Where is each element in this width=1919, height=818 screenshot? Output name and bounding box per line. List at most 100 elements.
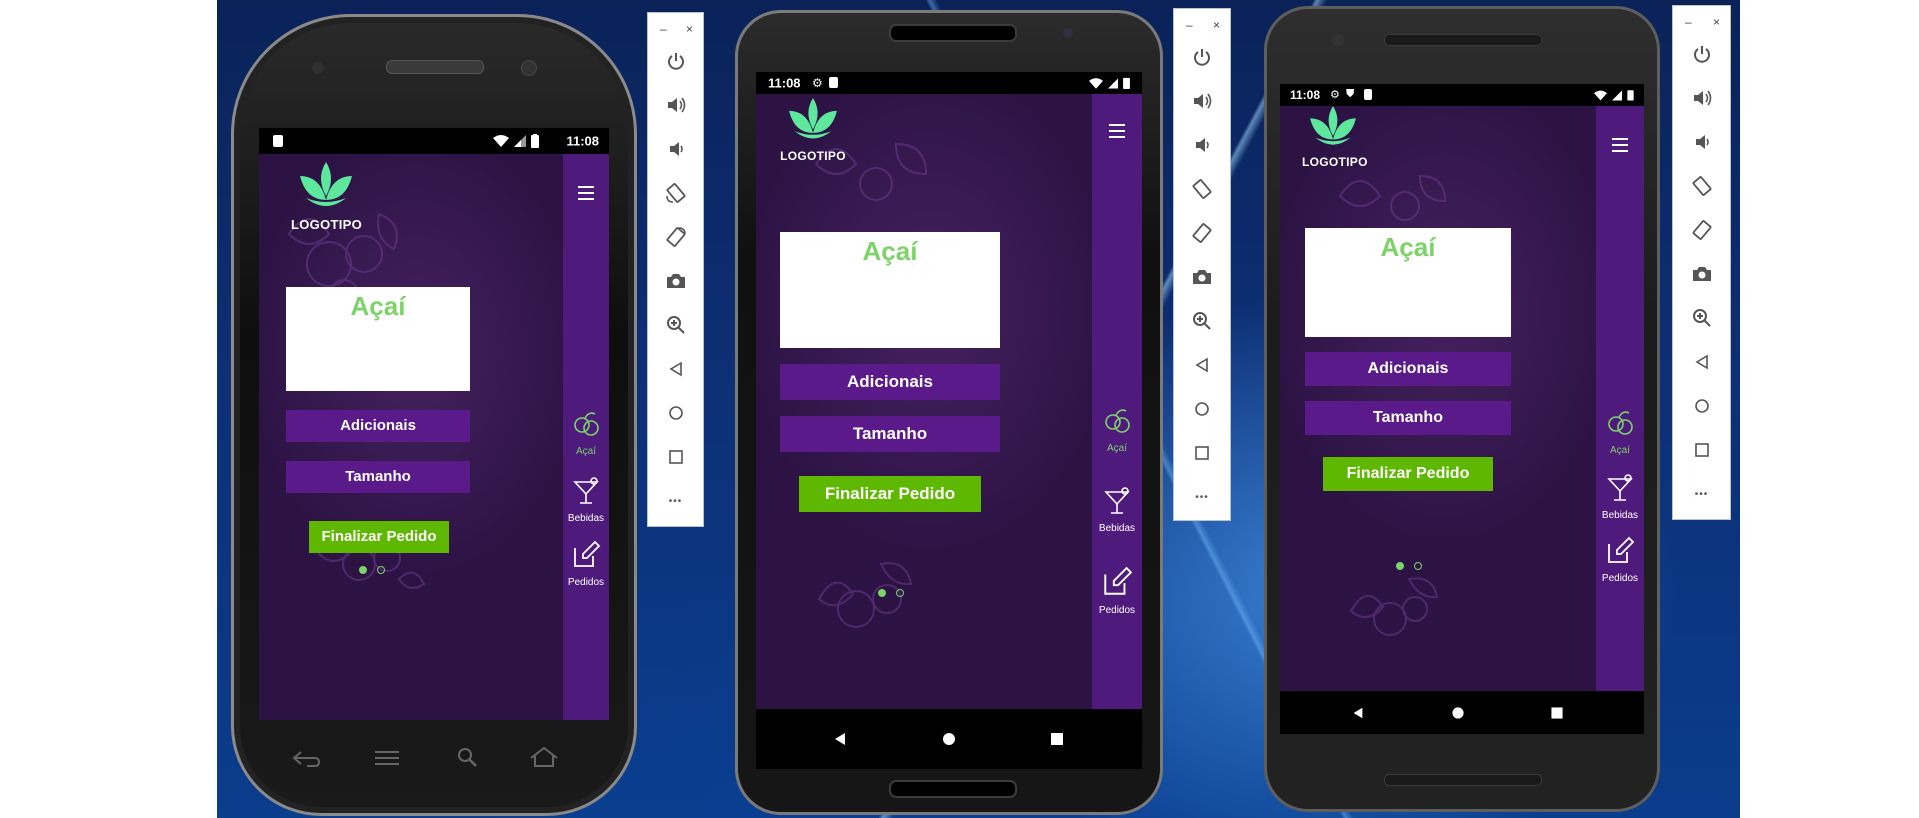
close-button[interactable]: × — [686, 23, 693, 35]
search-key-icon[interactable] — [455, 746, 479, 768]
sidebar-item-drinks[interactable]: Bebidas — [1596, 473, 1644, 521]
edit-icon — [1608, 536, 1635, 563]
rotate-right-icon[interactable] — [1690, 218, 1714, 242]
sidebar: Açaí Bebidas Pedidos — [1092, 94, 1142, 709]
page-dot-active[interactable] — [1396, 562, 1404, 570]
sidebar-item-orders[interactable]: Pedidos — [563, 540, 609, 588]
more-icon[interactable]: ••• — [664, 489, 688, 513]
menu-icon[interactable] — [1612, 138, 1628, 156]
volume-up-icon[interactable] — [1690, 86, 1714, 110]
more-icon[interactable]: ••• — [1190, 485, 1214, 509]
extras-button[interactable]: Adicionais — [1305, 352, 1511, 386]
device-1-sensor — [312, 62, 324, 74]
cocktail-icon — [1104, 487, 1130, 514]
power-icon[interactable] — [1690, 42, 1714, 66]
sidebar-label-orders: Pedidos — [567, 577, 605, 588]
page-dot-inactive[interactable] — [377, 566, 385, 574]
rotate-left-icon[interactable] — [664, 181, 688, 205]
volume-down-icon[interactable] — [1690, 130, 1714, 154]
page-dot-inactive[interactable] — [896, 589, 904, 597]
camera-icon[interactable] — [664, 269, 688, 293]
lotus-logo-icon — [300, 162, 352, 206]
page-dot-active[interactable] — [878, 589, 886, 597]
volume-down-icon[interactable] — [664, 137, 688, 161]
device-3-camera — [1332, 34, 1344, 46]
sidebar-label-drinks: Bebidas — [1098, 523, 1136, 534]
home-key-icon[interactable] — [529, 746, 559, 768]
volume-up-icon[interactable] — [1190, 89, 1214, 113]
logo-text: LOGOTIPO — [1302, 155, 1368, 169]
close-button[interactable]: × — [1213, 19, 1220, 31]
overview-icon[interactable] — [1690, 438, 1714, 462]
page-dot-inactive[interactable] — [1414, 562, 1422, 570]
minimize-button[interactable]: – — [660, 23, 667, 35]
volume-up-icon[interactable] — [664, 93, 688, 117]
sidebar-item-drinks[interactable]: Bebidas — [1092, 486, 1142, 534]
camera-icon[interactable] — [1690, 262, 1714, 286]
toolbar-window-controls: – × — [1174, 19, 1230, 31]
nav-back-icon[interactable] — [1351, 706, 1365, 720]
rotate-right-icon[interactable] — [664, 225, 688, 249]
sidebar-item-acai[interactable]: Açaí — [1596, 408, 1644, 456]
rotate-left-icon[interactable] — [1190, 177, 1214, 201]
home-icon[interactable] — [664, 401, 688, 425]
sidebar-item-orders[interactable]: Pedidos — [1596, 536, 1644, 584]
home-icon[interactable] — [1190, 397, 1214, 421]
shield-status-icon: ⛊ — [1346, 88, 1355, 100]
app-content: LOGOTIPO Açaí Adicionais Tamanho Finaliz… — [756, 94, 1142, 709]
sidebar-item-orders[interactable]: Pedidos — [1092, 566, 1142, 616]
sidebar-item-drinks[interactable]: Bebidas — [563, 476, 609, 524]
back-icon[interactable] — [664, 357, 688, 381]
device-2-camera — [1063, 28, 1073, 38]
lotus-logo-icon — [789, 98, 837, 139]
sidebar-item-acai[interactable]: Açaí — [563, 409, 609, 457]
power-icon[interactable] — [664, 49, 688, 73]
menu-icon[interactable] — [578, 186, 594, 204]
back-key-icon[interactable] — [291, 748, 321, 768]
zoom-icon[interactable] — [664, 313, 688, 337]
size-button[interactable]: Tamanho — [286, 461, 470, 493]
menu-key-icon[interactable] — [373, 748, 401, 768]
minimize-button[interactable]: – — [1186, 19, 1193, 31]
status-time: 11:08 — [768, 75, 801, 91]
size-button[interactable]: Tamanho — [1305, 401, 1511, 435]
volume-down-icon[interactable] — [1190, 133, 1214, 157]
rotate-left-icon[interactable] — [1690, 174, 1714, 198]
nav-home-icon[interactable] — [942, 732, 956, 746]
sd-card-icon — [1364, 89, 1372, 100]
extras-button[interactable]: Adicionais — [780, 364, 1000, 400]
finish-order-button[interactable]: Finalizar Pedido — [1323, 457, 1493, 491]
page-dot-active[interactable] — [359, 566, 367, 574]
finish-order-button[interactable]: Finalizar Pedido — [799, 476, 981, 512]
nav-home-icon[interactable] — [1452, 706, 1465, 719]
camera-icon[interactable] — [1190, 265, 1214, 289]
product-card[interactable]: Açaí — [286, 287, 470, 391]
status-icons — [493, 134, 539, 148]
logo: LOGOTIPO — [780, 98, 846, 163]
close-button[interactable]: × — [1713, 16, 1720, 28]
nav-overview-icon[interactable] — [1551, 706, 1564, 719]
nav-bar — [1280, 691, 1644, 734]
product-card[interactable]: Açaí — [780, 232, 1000, 348]
nav-back-icon[interactable] — [832, 731, 848, 747]
menu-icon[interactable] — [1109, 124, 1125, 142]
back-icon[interactable] — [1690, 350, 1714, 374]
overview-icon[interactable] — [1190, 441, 1214, 465]
back-icon[interactable] — [1190, 353, 1214, 377]
more-icon[interactable]: ••• — [1690, 482, 1714, 506]
product-card[interactable]: Açaí — [1305, 228, 1511, 337]
home-icon[interactable] — [1690, 394, 1714, 418]
zoom-icon[interactable] — [1190, 309, 1214, 333]
minimize-button[interactable]: – — [1685, 16, 1692, 28]
status-bar: 11:08 — [259, 128, 609, 154]
status-bar: 11:08 ⚙ — [756, 72, 1142, 94]
finish-order-button[interactable]: Finalizar Pedido — [309, 521, 449, 553]
size-button[interactable]: Tamanho — [780, 416, 1000, 452]
zoom-icon[interactable] — [1690, 306, 1714, 330]
power-icon[interactable] — [1190, 45, 1214, 69]
nav-overview-icon[interactable] — [1050, 732, 1064, 746]
extras-button[interactable]: Adicionais — [286, 410, 470, 442]
rotate-right-icon[interactable] — [1190, 221, 1214, 245]
overview-icon[interactable] — [664, 445, 688, 469]
sidebar-item-acai[interactable]: Açaí — [1092, 406, 1142, 454]
